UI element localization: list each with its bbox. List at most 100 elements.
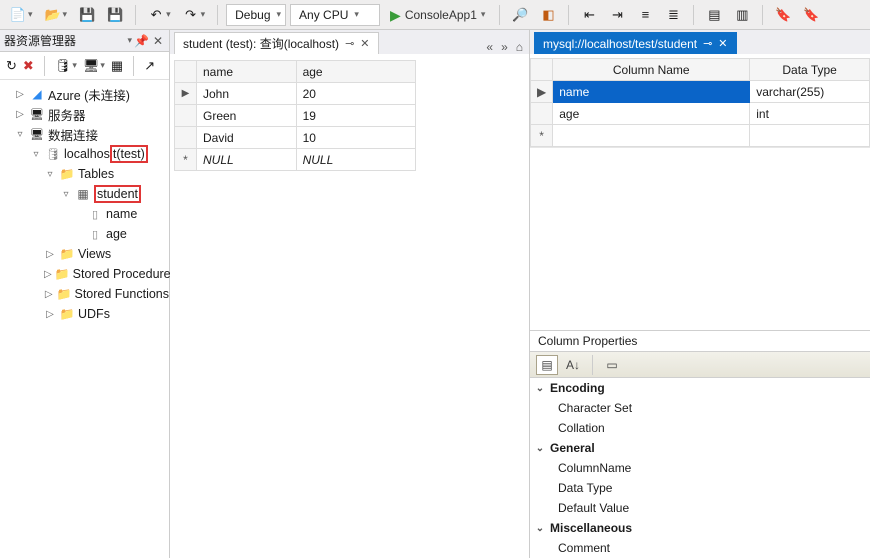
- indent-less-button[interactable]: ⇤: [577, 4, 601, 26]
- folder-icon: [55, 266, 70, 282]
- main-toolbar: 📄▾ 📂▾ 💾 💾 ↶▾ ↷▾ Debug▾ Any CPU▾ ▶Console…: [0, 0, 870, 30]
- tree-tables[interactable]: ▿Tables: [0, 164, 169, 184]
- table-row-new[interactable]: *NULLNULL: [175, 149, 416, 171]
- student-data-grid[interactable]: name age ▶John20 Green19 David10 *NULLNU…: [174, 60, 416, 171]
- query-results-panel: student (test): 查询(localhost) ⊸ ✕ « » ⌂ …: [170, 30, 530, 558]
- table-row[interactable]: Green19: [175, 105, 416, 127]
- tree-azure[interactable]: ▷Azure (未连接): [0, 84, 169, 104]
- table-row[interactable]: ▶ name varchar(255): [531, 81, 870, 103]
- new-item-button[interactable]: 📄▾: [6, 4, 37, 26]
- panel-titlebar: 器资源管理器 ▾ 📌 ✕: [0, 30, 169, 52]
- folder-icon: [59, 306, 75, 322]
- outdent-lines-button[interactable]: ≡: [633, 4, 657, 26]
- indent-more-button[interactable]: ⇥: [605, 4, 629, 26]
- server-tree: ▷Azure (未连接) ▷服务器 ▿数据连接 ▿localhost(test)…: [0, 80, 169, 328]
- prop-cat-general[interactable]: ⌄General: [530, 438, 870, 458]
- column-schema-grid[interactable]: Column Name Data Type ▶ name varchar(255…: [530, 58, 870, 147]
- hdr-column-name[interactable]: Column Name: [553, 59, 750, 81]
- doc-tab-student-query[interactable]: student (test): 查询(localhost) ⊸ ✕: [174, 32, 379, 54]
- prop-comment[interactable]: Comment: [530, 538, 870, 558]
- config-combo[interactable]: Debug▾: [226, 4, 286, 26]
- tree-views[interactable]: ▷Views: [0, 244, 169, 264]
- close-icon[interactable]: ✕: [360, 37, 369, 50]
- prop-charset[interactable]: Character Set: [530, 398, 870, 418]
- folder-icon: [57, 286, 72, 302]
- manage-extensions-button[interactable]: ◧: [536, 4, 560, 26]
- expand-button[interactable]: ↗: [144, 58, 155, 74]
- panel-toolbar: ↻ ✖ 🛢▾ 🖥▾ ▦ ↗: [0, 52, 169, 80]
- connect-db-button[interactable]: 🛢▾: [55, 58, 77, 74]
- server-explorer-panel: 器资源管理器 ▾ 📌 ✕ ↻ ✖ 🛢▾ 🖥▾ ▦ ↗ ▷Azure (未连接) …: [0, 30, 170, 558]
- stop-button[interactable]: ✖: [23, 58, 34, 74]
- table-row[interactable]: David10: [175, 127, 416, 149]
- open-button[interactable]: 📂▾: [41, 4, 72, 26]
- tree-localhost[interactable]: ▿localhost(test): [0, 144, 169, 164]
- group-button[interactable]: ▦: [111, 58, 123, 74]
- cell-name-selected[interactable]: name: [553, 81, 750, 103]
- redo-button[interactable]: ↷▾: [179, 4, 210, 26]
- save-all-button[interactable]: 💾: [103, 4, 127, 26]
- pin-icon[interactable]: ⊸: [345, 37, 354, 50]
- tree-dataconn[interactable]: ▿数据连接: [0, 124, 169, 144]
- panel-menu-caret[interactable]: ▾: [127, 35, 132, 46]
- table-design-panel: mysql://localhost/test/student ⊸ ✕ Colum…: [530, 30, 870, 558]
- tabs-nav-right[interactable]: »: [501, 40, 508, 54]
- col-header-name[interactable]: name: [196, 61, 296, 83]
- prop-columnname[interactable]: ColumnName: [530, 458, 870, 478]
- properties-grid[interactable]: ⌄Encoding Character Set Collation ⌄Gener…: [530, 378, 870, 558]
- highlight-box: student: [94, 185, 141, 203]
- prop-collation[interactable]: Collation: [530, 418, 870, 438]
- hdr-data-type[interactable]: Data Type: [750, 59, 870, 81]
- close-icon[interactable]: ✕: [151, 34, 165, 48]
- home-icon[interactable]: ⌂: [516, 40, 523, 54]
- prop-defaultvalue[interactable]: Default Value: [530, 498, 870, 518]
- bookmark2-button[interactable]: 🔖: [799, 4, 823, 26]
- tree-udfs[interactable]: ▷UDFs: [0, 304, 169, 324]
- doc-tabs: student (test): 查询(localhost) ⊸ ✕ « » ⌂: [170, 30, 529, 54]
- column-icon: [87, 206, 103, 222]
- find-button[interactable]: 🔎: [508, 4, 532, 26]
- alphabetical-button[interactable]: A↓: [562, 355, 584, 375]
- prop-cat-misc[interactable]: ⌄Miscellaneous: [530, 518, 870, 538]
- add-server-button[interactable]: 🖥▾: [83, 58, 105, 74]
- undo-button[interactable]: ↶▾: [144, 4, 175, 26]
- comment-button[interactable]: ▤: [702, 4, 726, 26]
- save-button[interactable]: 💾: [75, 4, 99, 26]
- start-button[interactable]: ▶ConsoleApp1▾: [384, 4, 491, 26]
- properties-toolbar: ▤ A↓ ▭: [530, 352, 870, 378]
- pin-icon[interactable]: 📌: [134, 34, 149, 48]
- platform-combo[interactable]: Any CPU▾: [290, 4, 380, 26]
- close-icon[interactable]: ✕: [718, 37, 727, 50]
- doc-tab-student-design[interactable]: mysql://localhost/test/student ⊸ ✕: [534, 32, 737, 54]
- bookmark1-button[interactable]: 🔖: [771, 4, 795, 26]
- start-label: ConsoleApp1: [405, 8, 477, 22]
- pin-icon[interactable]: ⊸: [703, 37, 712, 50]
- tabs-nav-left[interactable]: «: [486, 40, 493, 54]
- table-row[interactable]: ▶John20: [175, 83, 416, 105]
- tree-sp[interactable]: ▷Stored Procedure: [0, 264, 169, 284]
- tree-sf[interactable]: ▷Stored Functions: [0, 284, 169, 304]
- prop-datatype[interactable]: Data Type: [530, 478, 870, 498]
- tree-col-name[interactable]: name: [0, 204, 169, 224]
- tree-servers[interactable]: ▷服务器: [0, 104, 169, 124]
- folder-icon: [59, 166, 75, 182]
- uncomment-button[interactable]: ▥: [730, 4, 754, 26]
- folder-icon: [59, 246, 75, 262]
- platform-value: Any CPU: [299, 8, 348, 22]
- server-icon: [29, 106, 45, 122]
- col-header-age[interactable]: age: [296, 61, 415, 83]
- highlight-box: t(test): [110, 145, 148, 163]
- doc-tabs-right: mysql://localhost/test/student ⊸ ✕: [530, 30, 870, 54]
- tree-col-age[interactable]: age: [0, 224, 169, 244]
- refresh-button[interactable]: ↻: [6, 58, 17, 74]
- table-row-new[interactable]: *: [531, 125, 870, 147]
- table-row[interactable]: age int: [531, 103, 870, 125]
- database-icon: [45, 146, 61, 162]
- categorized-button[interactable]: ▤: [536, 355, 558, 375]
- column-icon: [87, 226, 103, 242]
- property-page-button[interactable]: ▭: [601, 355, 623, 375]
- config-value: Debug: [235, 8, 270, 22]
- indent-lines-button[interactable]: ≣: [661, 4, 685, 26]
- prop-cat-encoding[interactable]: ⌄Encoding: [530, 378, 870, 398]
- tree-student[interactable]: ▿student: [0, 184, 169, 204]
